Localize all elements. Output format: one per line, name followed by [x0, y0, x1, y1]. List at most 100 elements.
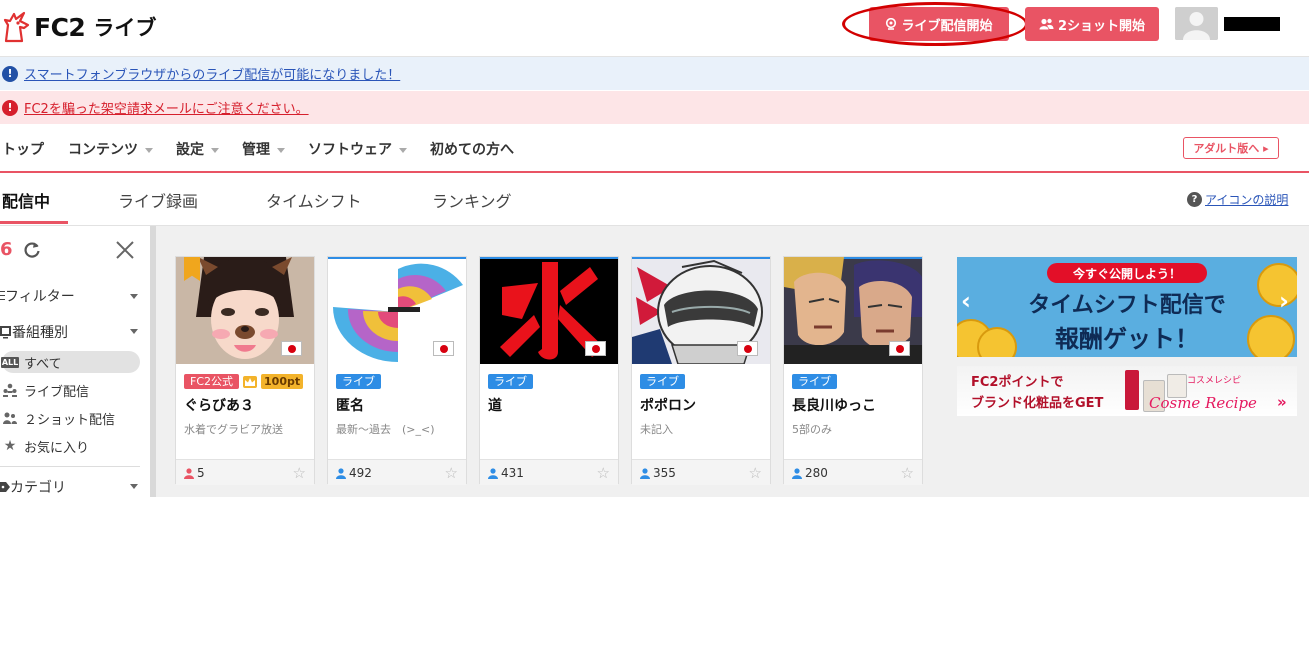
icon-help[interactable]: ? アイコンの説明: [1187, 191, 1288, 208]
channel-card-3[interactable]: ライブ 道 431 ☆: [479, 256, 619, 485]
program-type-live-label: ライブ配信: [24, 384, 90, 400]
japan-flag-icon: [585, 341, 606, 356]
live-start-button[interactable]: ライブ配信開始: [869, 7, 1009, 41]
japan-flag-icon: [737, 341, 758, 356]
nav-manage-label: 管理: [242, 142, 270, 158]
all-badge-icon: ALL: [0, 355, 20, 369]
cosme-line-2: ブランド化粧品をGET: [971, 396, 1104, 411]
notice-phishing-link[interactable]: FC2を騙った架空請求メールにご注意ください。: [24, 98, 309, 117]
tag-icon: [0, 482, 10, 492]
program-type-all[interactable]: ALL すべて: [0, 351, 140, 373]
channel-name: 匿名: [336, 398, 364, 414]
live-tag: ライブ: [640, 374, 685, 389]
card-footer: 280 ☆: [784, 459, 922, 485]
user-avatar[interactable]: [1175, 7, 1218, 40]
nav-top-label: トップ: [2, 142, 44, 158]
card-tags: ライブ: [640, 374, 685, 389]
fc2-live-logo[interactable]: FC2 ライブ: [2, 9, 156, 45]
channel-card-2[interactable]: ライブ 匿名 最新～過去 (>_<) 492 ☆: [327, 256, 467, 485]
live-tag: ライブ: [792, 374, 837, 389]
promo-line-1: タイムシフト配信で: [1028, 293, 1226, 318]
viewer-person-icon: [640, 467, 650, 479]
viewer-count-value: 355: [653, 466, 676, 480]
japan-flag-icon: [281, 341, 302, 356]
viewer-person-icon: [792, 467, 802, 479]
category-header[interactable]: カテゴリ: [0, 477, 66, 497]
star-icon: ★: [3, 438, 17, 454]
tab-timeshift[interactable]: タイムシフト: [266, 188, 362, 212]
live-tag: ライブ: [488, 374, 533, 389]
card-footer: 492 ☆: [328, 459, 466, 485]
nav-settings-label: 設定: [176, 142, 204, 158]
info-exclamation-icon: !: [2, 65, 18, 82]
nav-contents[interactable]: コンテンツ: [68, 139, 153, 159]
viewer-count-value: 431: [501, 466, 524, 480]
promo-line-2: 報酬ゲット！: [1055, 325, 1199, 353]
points-badge: 100pt: [261, 374, 304, 389]
tab-live-recordings[interactable]: ライブ録画: [118, 188, 198, 212]
card-tags: FC2公式 100pt: [184, 374, 304, 389]
category-label: カテゴリ: [10, 480, 66, 496]
program-type-twoshot[interactable]: ２ショット配信: [2, 407, 140, 429]
program-type-header[interactable]: 番組種別: [0, 322, 68, 342]
program-type-favorites[interactable]: ★ お気に入り: [2, 435, 140, 457]
japan-flag-icon: [889, 341, 910, 356]
card-tags: ライブ: [336, 374, 381, 389]
two-users-icon: [1039, 18, 1054, 30]
sidebar-divider: [0, 466, 140, 467]
nav-settings[interactable]: 設定: [176, 139, 219, 159]
notice-smartphone-link[interactable]: スマートフォンブラウザからのライブ配信が可能になりました！: [24, 64, 400, 83]
username-redacted[interactable]: [1224, 17, 1280, 31]
group-users-icon: [2, 383, 18, 397]
chevron-down-icon[interactable]: [130, 294, 138, 299]
logo-live-text: ライブ: [93, 16, 157, 40]
filter-header[interactable]: フィルター: [0, 286, 75, 306]
channel-name: 長良川ゆっこ: [792, 398, 876, 414]
chevron-down-icon: [211, 147, 219, 153]
live-start-label: ライブ配信開始: [901, 18, 993, 34]
adult-version-button[interactable]: アダルト版へ ▸: [1183, 137, 1279, 159]
favorite-star-icon[interactable]: ☆: [597, 464, 610, 482]
crown-icon: [243, 375, 258, 388]
close-icon[interactable]: [115, 240, 135, 260]
banner-prev-arrow-icon[interactable]: ‹: [961, 287, 971, 315]
nav-top[interactable]: トップ: [2, 139, 44, 159]
chevron-down-icon[interactable]: [130, 484, 138, 489]
two-users-icon: [2, 411, 18, 425]
nav-beginners[interactable]: 初めての方へ: [430, 139, 514, 159]
header: FC2 ライブ ライブ配信開始 2ショット開始: [0, 0, 1309, 57]
favorite-star-icon[interactable]: ☆: [445, 464, 458, 482]
refresh-icon[interactable]: [22, 240, 42, 260]
result-count: 6: [0, 239, 13, 260]
channel-description: 未記入: [640, 423, 673, 436]
card-footer: 5 ☆: [176, 459, 314, 485]
favorite-star-icon[interactable]: ☆: [293, 464, 306, 482]
nav-contents-label: コンテンツ: [68, 142, 138, 158]
timeshift-promo-banner[interactable]: 今すぐ公開しよう！ タイムシフト配信で 報酬ゲット！ ‹ ›: [957, 257, 1297, 357]
tab-streaming[interactable]: 配信中: [2, 188, 50, 212]
favorite-star-icon[interactable]: ☆: [901, 464, 914, 482]
promo-pill: 今すぐ公開しよう！: [1047, 263, 1207, 283]
notice-info-bar: ! スマートフォンブラウザからのライブ配信が可能になりました！: [0, 57, 1309, 90]
chevron-down-icon[interactable]: [130, 329, 138, 334]
viewer-person-icon: [488, 467, 498, 479]
cosme-brand: Cosme Recipe: [1149, 394, 1257, 412]
favorite-star-icon[interactable]: ☆: [749, 464, 762, 482]
nav-manage[interactable]: 管理: [242, 139, 285, 159]
program-type-twoshot-label: ２ショット配信: [24, 412, 116, 428]
cosme-recipe-banner[interactable]: FC2ポイントで ブランド化粧品をGET コスメレシピ Cosme Recipe…: [957, 366, 1297, 416]
banner-next-arrow-icon[interactable]: ›: [1279, 287, 1289, 315]
notice-warning-bar: ! FC2を騙った架空請求メールにご注意ください。: [0, 91, 1309, 124]
channel-description: 水着でグラビア放送: [184, 423, 283, 436]
program-type-live[interactable]: ライブ配信: [2, 379, 140, 401]
twoshot-start-button[interactable]: 2ショット開始: [1025, 7, 1159, 41]
channel-card-5[interactable]: ライブ 長良川ゆっこ 5部のみ 280 ☆: [783, 256, 923, 485]
tab-ranking[interactable]: ランキング: [432, 188, 512, 212]
nav-software[interactable]: ソフトウェア: [308, 139, 407, 159]
icon-help-link[interactable]: アイコンの説明: [1205, 191, 1288, 208]
live-tag: ライブ: [336, 374, 381, 389]
channel-card-1[interactable]: FC2公式 100pt ぐらびあ３ 水着でグラビア放送 5 ☆: [175, 256, 315, 485]
channel-card-4[interactable]: ライブ ポポロン 未記入 355 ☆: [631, 256, 771, 485]
viewer-count: 355: [640, 466, 676, 480]
filter-label: フィルター: [5, 289, 75, 305]
